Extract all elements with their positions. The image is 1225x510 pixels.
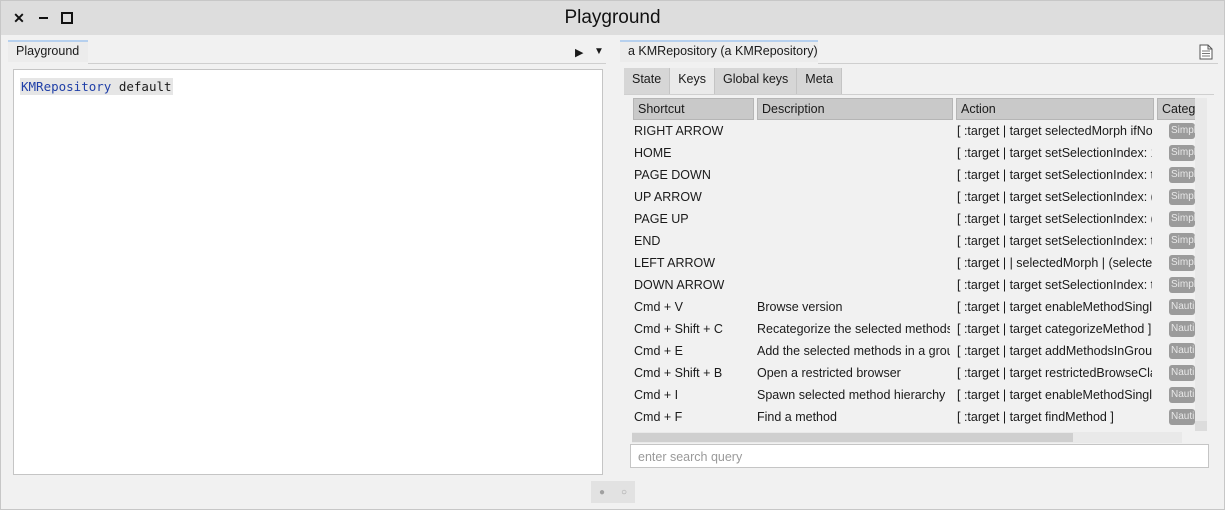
cell-action: [ :target | target restrictedBrowseCla bbox=[957, 366, 1152, 380]
cell-shortcut: DOWN ARROW bbox=[634, 278, 725, 292]
cell-shortcut: Cmd + F bbox=[634, 410, 683, 424]
category-badge: Nautilus bbox=[1169, 321, 1195, 337]
table-row[interactable]: Cmd + I Spawn selected method hierarchy [ … bbox=[632, 385, 1208, 407]
cell-description: Browse version bbox=[757, 300, 843, 314]
search-input[interactable] bbox=[636, 446, 1200, 468]
chevron-down-icon[interactable]: ▼ bbox=[594, 46, 604, 57]
cell-description: Spawn selected method hierarchy bbox=[757, 388, 946, 402]
cell-shortcut: PAGE DOWN bbox=[634, 168, 711, 182]
play-icon[interactable]: ▶ bbox=[575, 46, 583, 59]
window-title: Playground bbox=[564, 7, 661, 28]
page-indicator: ● ○ bbox=[591, 481, 635, 503]
code-message: default bbox=[111, 79, 172, 94]
subtab-divider bbox=[624, 94, 1214, 95]
tab-state[interactable]: State bbox=[624, 68, 671, 94]
vertical-scrollbar[interactable] bbox=[1195, 98, 1207, 431]
cell-action: [ :target | target enableMethodSingl bbox=[957, 388, 1152, 402]
table-row[interactable]: PAGE UP [ :target | target setSelectionIn… bbox=[632, 209, 1208, 231]
cell-action: [ :target | target addMethodsInGroup bbox=[957, 344, 1152, 358]
tab-meta[interactable]: Meta bbox=[797, 68, 843, 94]
keys-table: Shortcut Description Action Categ RIGHT … bbox=[632, 97, 1208, 433]
search-field[interactable] bbox=[630, 444, 1209, 468]
tab-divider bbox=[88, 63, 606, 64]
cell-description: Add the selected methods in a group bbox=[757, 344, 950, 358]
code-selection: KMRepository default bbox=[20, 78, 173, 95]
cell-shortcut: Cmd + Shift + C bbox=[634, 322, 723, 336]
table-row[interactable]: Cmd + Shift + B Open a restricted browser… bbox=[632, 363, 1208, 385]
tab-keys[interactable]: Keys bbox=[670, 68, 715, 94]
horizontal-scroll-thumb[interactable] bbox=[632, 433, 1073, 442]
table-row[interactable]: UP ARROW [ :target | target setSelectionI… bbox=[632, 187, 1208, 209]
title-bar[interactable]: ✕ Playground bbox=[1, 1, 1224, 35]
playground-window: ✕ Playground Playground ▶ ▼ KMRepository… bbox=[0, 0, 1225, 510]
cell-shortcut: UP ARROW bbox=[634, 190, 702, 204]
category-badge: Simple bbox=[1169, 167, 1195, 183]
cell-description: Open a restricted browser bbox=[757, 366, 901, 380]
cell-action: [ :target | target setSelectionIndex: t bbox=[957, 278, 1152, 292]
cell-action: [ :target | target setSelectionIndex: t bbox=[957, 234, 1152, 248]
cell-shortcut: END bbox=[634, 234, 661, 248]
cell-shortcut: Cmd + I bbox=[634, 388, 679, 402]
cell-shortcut: HOME bbox=[634, 146, 672, 160]
page-dot-inactive[interactable]: ○ bbox=[621, 487, 627, 498]
horizontal-scrollbar[interactable] bbox=[632, 432, 1182, 443]
tab-global-keys[interactable]: Global keys bbox=[714, 68, 798, 94]
category-badge: Simple bbox=[1169, 123, 1195, 139]
column-header-shortcut[interactable]: Shortcut bbox=[633, 98, 754, 120]
category-badge: Simple bbox=[1169, 145, 1195, 161]
table-row[interactable]: END [ :target | target setSelectionIndex:… bbox=[632, 231, 1208, 253]
category-badge: Simple bbox=[1169, 277, 1195, 293]
category-badge: Nautilus bbox=[1169, 409, 1195, 425]
table-row[interactable]: Cmd + E Add the selected methods in a gro… bbox=[632, 341, 1208, 363]
cell-action: [ :target | target setSelectionIndex: t bbox=[957, 168, 1152, 182]
category-badge: Simple bbox=[1169, 211, 1195, 227]
category-badge: Nautilus bbox=[1169, 299, 1195, 315]
cell-action: [ :target | | selectedMorph | (selected bbox=[957, 256, 1152, 270]
cell-description: Recategorize the selected methods bbox=[757, 322, 950, 336]
page-dot-active[interactable]: ● bbox=[599, 487, 605, 498]
table-row[interactable]: RIGHT ARROW [ :target | target selectedMo… bbox=[632, 121, 1208, 143]
cell-shortcut: Cmd + E bbox=[634, 344, 683, 358]
column-header-description[interactable]: Description bbox=[757, 98, 953, 120]
tab-inspector[interactable]: a KMRepository (a KMRepository) bbox=[620, 40, 818, 62]
cell-shortcut: Cmd + Shift + B bbox=[634, 366, 723, 380]
cell-action: [ :target | target setSelectionIndex: ( bbox=[957, 190, 1152, 204]
inspector-subtabs: State Keys Global keys Meta bbox=[624, 68, 843, 95]
cell-shortcut: PAGE UP bbox=[634, 212, 689, 226]
table-row[interactable]: Cmd + F Find a method [ :target | target f… bbox=[632, 407, 1208, 429]
cell-action: [ :target | target categorizeMethod ] bbox=[957, 322, 1152, 336]
category-badge: Nautilus bbox=[1169, 343, 1195, 359]
scrollbar-corner bbox=[1195, 421, 1207, 431]
cell-action: [ :target | target setSelectionIndex: ( bbox=[957, 212, 1152, 226]
document-icon[interactable] bbox=[1199, 44, 1213, 60]
table-row[interactable]: Cmd + V Browse version [ :target | target … bbox=[632, 297, 1208, 319]
category-badge: Nautilus bbox=[1169, 365, 1195, 381]
code-editor[interactable]: KMRepository default bbox=[13, 69, 603, 475]
category-badge: Simple bbox=[1169, 255, 1195, 271]
table-row[interactable]: Cmd + Shift + C Recategorize the selected… bbox=[632, 319, 1208, 341]
cell-action: [ :target | target setSelectionIndex: 1 … bbox=[957, 146, 1152, 160]
cell-action: [ :target | target selectedMorph ifNotNi… bbox=[957, 124, 1152, 138]
code-class-name: KMRepository bbox=[21, 79, 112, 94]
cell-description: Find a method bbox=[757, 410, 837, 424]
table-row[interactable]: PAGE DOWN [ :target | target setSelection… bbox=[632, 165, 1208, 187]
cell-shortcut: RIGHT ARROW bbox=[634, 124, 724, 138]
cell-shortcut: Cmd + V bbox=[634, 300, 683, 314]
table-row[interactable]: DOWN ARROW [ :target | target setSelectio… bbox=[632, 275, 1208, 297]
category-badge: Nautilus bbox=[1169, 387, 1195, 403]
column-header-action[interactable]: Action bbox=[956, 98, 1154, 120]
tab-divider bbox=[818, 63, 1218, 64]
table-row[interactable]: LEFT ARROW [ :target | | selectedMorph | … bbox=[632, 253, 1208, 275]
cell-action: [ :target | target findMethod ] bbox=[957, 410, 1114, 424]
cell-action: [ :target | target enableMethodSingl bbox=[957, 300, 1152, 314]
category-badge: Simple bbox=[1169, 189, 1195, 205]
tab-playground[interactable]: Playground bbox=[8, 40, 88, 62]
cell-shortcut: LEFT ARROW bbox=[634, 256, 716, 270]
table-row[interactable]: HOME [ :target | target setSelectionIndex… bbox=[632, 143, 1208, 165]
category-badge: Simple bbox=[1169, 233, 1195, 249]
